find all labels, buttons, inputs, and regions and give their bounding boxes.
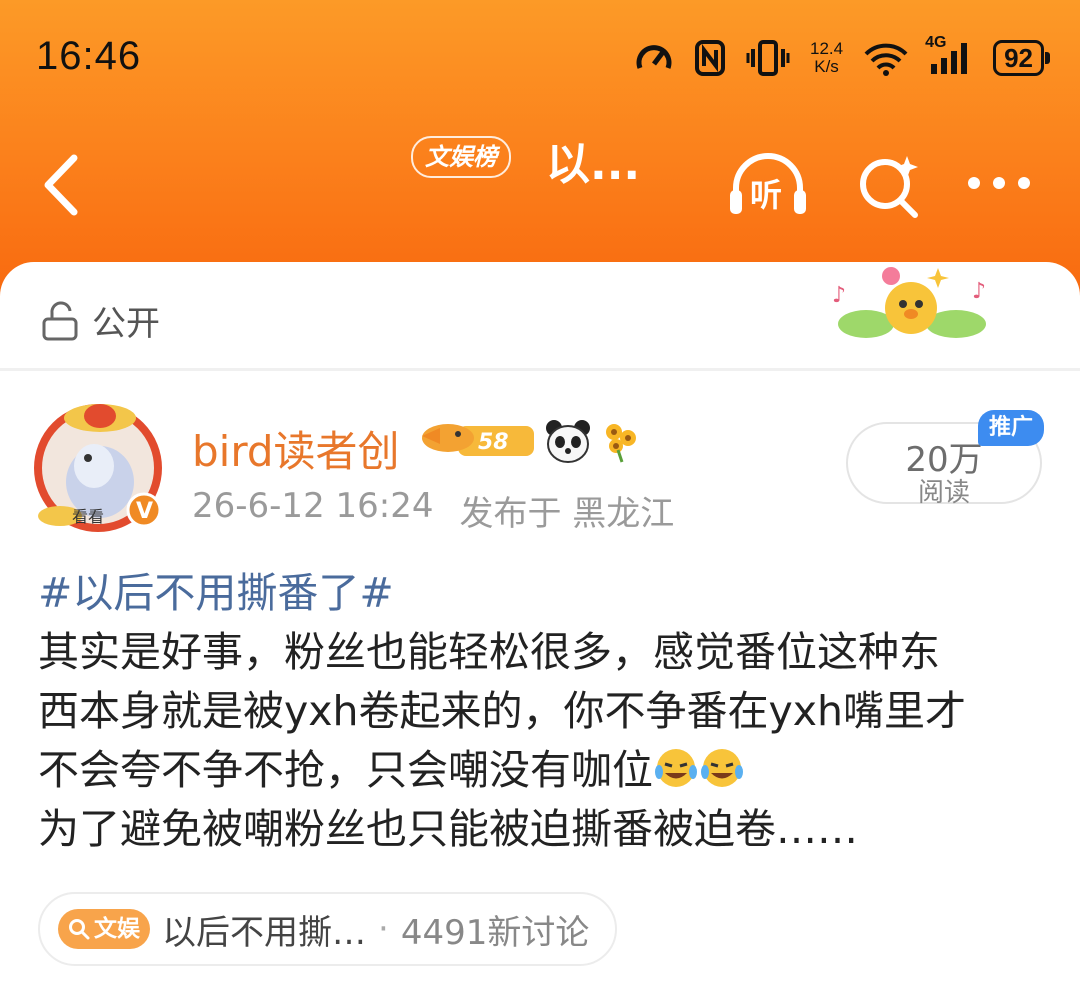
- listen-label: 听: [750, 176, 783, 214]
- read-label: 阅读: [917, 478, 970, 508]
- cell-signal: 4G: [925, 34, 973, 76]
- svg-text:♪: ♪: [972, 279, 986, 304]
- post-line: 为了避免被嘲粉丝也只能被迫撕番被迫卷……: [38, 805, 858, 853]
- more-icon[interactable]: [966, 168, 1032, 198]
- entertainment-rank-chip[interactable]: 文娱榜: [411, 136, 511, 178]
- visibility-label: 公开: [92, 304, 160, 344]
- page-title: 以...: [546, 139, 641, 190]
- status-time: 16:46: [36, 34, 142, 78]
- search-icon: [69, 919, 90, 940]
- section-divider: [0, 368, 1080, 371]
- flower-badge[interactable]: [600, 418, 642, 464]
- vibrate-icon: [746, 40, 790, 76]
- post-hashtag[interactable]: #以后不用撕番了#: [38, 564, 1048, 623]
- topic-discussion-count: 4491新讨论: [400, 912, 590, 953]
- topic-chip: 文娱: [58, 909, 150, 949]
- avatar[interactable]: 看看 V: [30, 396, 170, 536]
- visibility-row: 公开: [40, 296, 160, 345]
- panda-badge[interactable]: [544, 418, 592, 464]
- wifi-icon: [864, 43, 908, 76]
- bird-level-badge[interactable]: 58: [418, 414, 536, 466]
- search-icon[interactable]: [855, 150, 925, 220]
- topic-title: 以后不用撕…: [162, 912, 366, 953]
- promotion-tag: 推广: [978, 410, 1044, 446]
- laugh-cry-emoji-icon: [701, 749, 743, 787]
- topic-separator: ·: [378, 909, 389, 949]
- battery-indicator: 92: [993, 40, 1050, 76]
- lock-icon: [42, 301, 78, 340]
- header-bar: 16:46 12.4 K/s 4G 92 文娱榜 以... 听: [0, 0, 1080, 300]
- signal-type: 4G: [925, 34, 947, 51]
- post-line-with-emoji: 不会夸不争不抢，只会嘲没有咖位: [38, 741, 1048, 800]
- avatar-text: 看看: [72, 507, 104, 526]
- bird-decoration-sticker: ♪ ♪: [832, 267, 986, 338]
- level-text: 58: [478, 430, 509, 455]
- back-icon[interactable]: [38, 150, 88, 220]
- verified-mark: V: [136, 499, 153, 524]
- post-line-text: 不会夸不争不抢，只会嘲没有咖位: [38, 746, 653, 794]
- net-speed-value: 12.4: [809, 39, 844, 58]
- nfc-icon: [694, 40, 725, 76]
- network-speed: 12.4 K/s: [810, 40, 843, 76]
- post-body: #以后不用撕番了# 其实是好事，粉丝也能轻松很多，感觉番位这种东 西本身就是被y…: [38, 564, 1048, 859]
- laugh-cry-emoji-icon: [655, 749, 697, 787]
- topic-link-bar[interactable]: 文娱 以后不用撕… · 4491新讨论: [38, 892, 618, 966]
- svg-text:♪: ♪: [832, 283, 846, 308]
- post-date: 26-6-12 16:24: [192, 486, 434, 526]
- topic-chip-label: 文娱: [94, 916, 140, 942]
- net-speed-unit: K/s: [814, 57, 839, 76]
- post-meta: 26-6-12 16:24 发布于 黑龙江: [192, 486, 674, 535]
- listen-button[interactable]: 听: [726, 150, 810, 220]
- post-line: 西本身就是被yxh卷起来的，你不争番在yxh嘴里才: [38, 687, 967, 735]
- post-location: 发布于 黑龙江: [459, 494, 675, 534]
- author-name[interactable]: bird读者创: [192, 418, 400, 479]
- status-icons: 12.4 K/s 4G 92: [634, 34, 1050, 78]
- speedometer-icon: [636, 45, 672, 69]
- post-line: 其实是好事，粉丝也能轻松很多，感觉番位这种东: [38, 628, 940, 676]
